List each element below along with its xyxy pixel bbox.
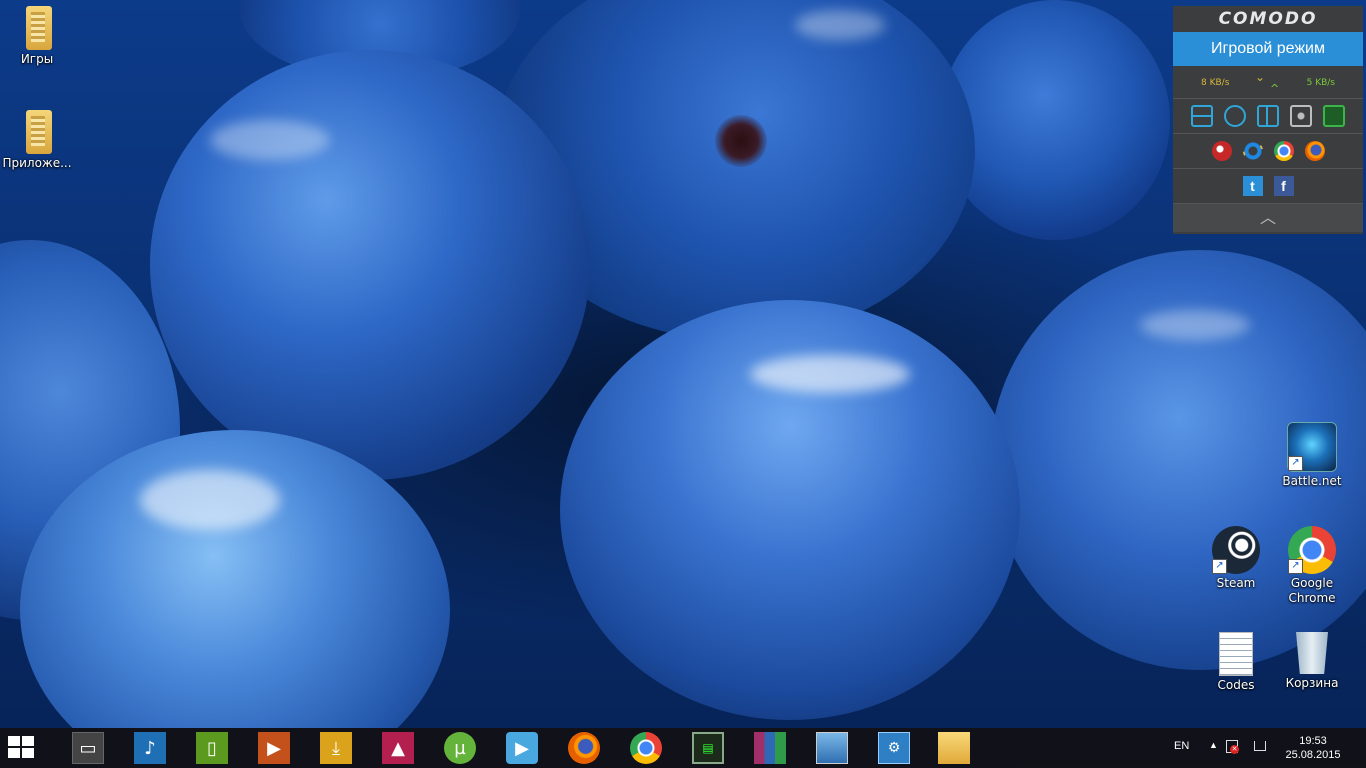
desktop-icon-battlenet[interactable]: ↗ Battle.net xyxy=(1275,422,1349,489)
widgets-icon[interactable] xyxy=(1257,105,1279,127)
game-mode-button[interactable]: Игровой режим xyxy=(1173,32,1363,66)
language-indicator[interactable]: EN xyxy=(1174,740,1189,752)
firefox-icon[interactable] xyxy=(1304,141,1325,161)
chrome-icon: ↗ xyxy=(1288,526,1336,574)
blueberry xyxy=(150,50,590,480)
windows-logo-icon xyxy=(8,736,20,746)
clock-date: 25.08.2015 xyxy=(1285,749,1341,761)
support-icon[interactable] xyxy=(1323,105,1345,127)
blueberry-crown xyxy=(715,115,767,167)
desktop-wallpaper xyxy=(0,0,1366,728)
collapse-chevron-icon[interactable]: ︿ xyxy=(1173,204,1363,232)
desktop-icon-apps[interactable]: Приложе... xyxy=(0,110,74,171)
network-icon[interactable] xyxy=(1254,741,1266,751)
shortcut-arrow-icon: ↗ xyxy=(1212,559,1227,574)
desktop-icon-label: Корзина xyxy=(1285,676,1339,690)
social-row: t f xyxy=(1173,169,1363,204)
photos-icon[interactable]: ▲ xyxy=(382,732,414,764)
blueberry xyxy=(940,0,1170,240)
folder-icon xyxy=(26,110,52,154)
facebook-icon[interactable]: f xyxy=(1273,176,1294,196)
blueberry xyxy=(560,300,1020,720)
traffic-monitor: 8 KB/s ⌄ ^ 5 KB/s xyxy=(1173,66,1363,99)
virtual-desktop-icon[interactable] xyxy=(1290,105,1312,127)
utorrent-icon[interactable]: µ xyxy=(444,732,476,764)
image-viewer-icon[interactable] xyxy=(816,732,848,764)
download-icon[interactable]: ⤓ xyxy=(320,732,352,764)
desktop-icon-steam[interactable]: ↗ Steam xyxy=(1199,526,1273,591)
shortcut-arrow-icon: ↗ xyxy=(1288,559,1303,574)
clock-time: 19:53 xyxy=(1299,735,1327,747)
comodo-logo: COMODO xyxy=(1218,9,1318,29)
desktop-icon[interactable]: ▭ xyxy=(72,732,104,764)
internet-explorer-icon[interactable] xyxy=(1242,141,1263,161)
start-button[interactable] xyxy=(8,736,36,760)
music-icon[interactable]: ♪ xyxy=(134,732,166,764)
desktop-icon-label: Приложе... xyxy=(2,156,72,170)
document-icon xyxy=(1219,632,1253,676)
chrome-icon[interactable] xyxy=(1273,141,1294,161)
recycle-bin-icon xyxy=(1296,632,1328,674)
desktop-icon-chrome[interactable]: ↗ Google Chrome xyxy=(1275,526,1349,606)
desktop-icon-label: Battle.net xyxy=(1282,474,1342,488)
tools-row xyxy=(1173,99,1363,134)
monitor-icon[interactable]: ▤ xyxy=(692,732,724,764)
desktop-icon-label: Steam xyxy=(1216,576,1256,590)
control-panel-icon[interactable]: ⚙ xyxy=(878,732,910,764)
file-explorer-icon[interactable] xyxy=(938,732,970,764)
download-arrow-icon: ⌄ xyxy=(1255,70,1266,84)
twitter-icon[interactable]: t xyxy=(1242,176,1263,196)
chrome-icon[interactable] xyxy=(630,732,662,764)
action-center-error-icon: ✕ xyxy=(1230,745,1239,754)
desktop-icon-label: Codes xyxy=(1217,678,1255,692)
shortcut-arrow-icon: ↗ xyxy=(1288,456,1303,471)
battlenet-icon: ↗ xyxy=(1287,422,1337,472)
comodo-dragon-icon[interactable] xyxy=(1211,141,1232,161)
desktop-icon-recycle-bin[interactable]: Корзина xyxy=(1275,632,1349,691)
show-hidden-icons-icon[interactable]: ▲ xyxy=(1209,740,1218,750)
task-manager-icon[interactable] xyxy=(1191,105,1213,127)
update-icon[interactable] xyxy=(1224,105,1246,127)
upload-arrow-icon: ^ xyxy=(1270,82,1280,95)
browsers-row xyxy=(1173,134,1363,169)
clock[interactable]: 19:53 25.08.2015 xyxy=(1282,734,1344,762)
comodo-widget: COMODO Игровой режим 8 KB/s ⌄ ^ 5 KB/s t… xyxy=(1173,6,1363,234)
desktop-icon-games[interactable]: Игры xyxy=(0,6,74,67)
desktop-icon-label: Google Chrome xyxy=(1288,576,1336,605)
folder-icon xyxy=(26,6,52,50)
firefox-icon[interactable] xyxy=(568,732,600,764)
winrar-icon[interactable] xyxy=(754,732,786,764)
file-icon[interactable]: ▯ xyxy=(196,732,228,764)
media-player-icon[interactable]: ▶ xyxy=(506,732,538,764)
video-icon[interactable]: ▶ xyxy=(258,732,290,764)
download-speed: 8 KB/s xyxy=(1201,78,1230,88)
taskbar: ▭ ♪ ▯ ▶ ⤓ ▲ µ ▶ ▤ ⚙ EN ▲ ✕ 19:53 25.08.2… xyxy=(0,728,1366,768)
steam-icon: ↗ xyxy=(1212,526,1260,574)
desktop-icon-label: Игры xyxy=(20,52,54,66)
desktop-icon-codes[interactable]: Codes xyxy=(1199,632,1273,693)
upload-speed: 5 KB/s xyxy=(1306,78,1335,88)
